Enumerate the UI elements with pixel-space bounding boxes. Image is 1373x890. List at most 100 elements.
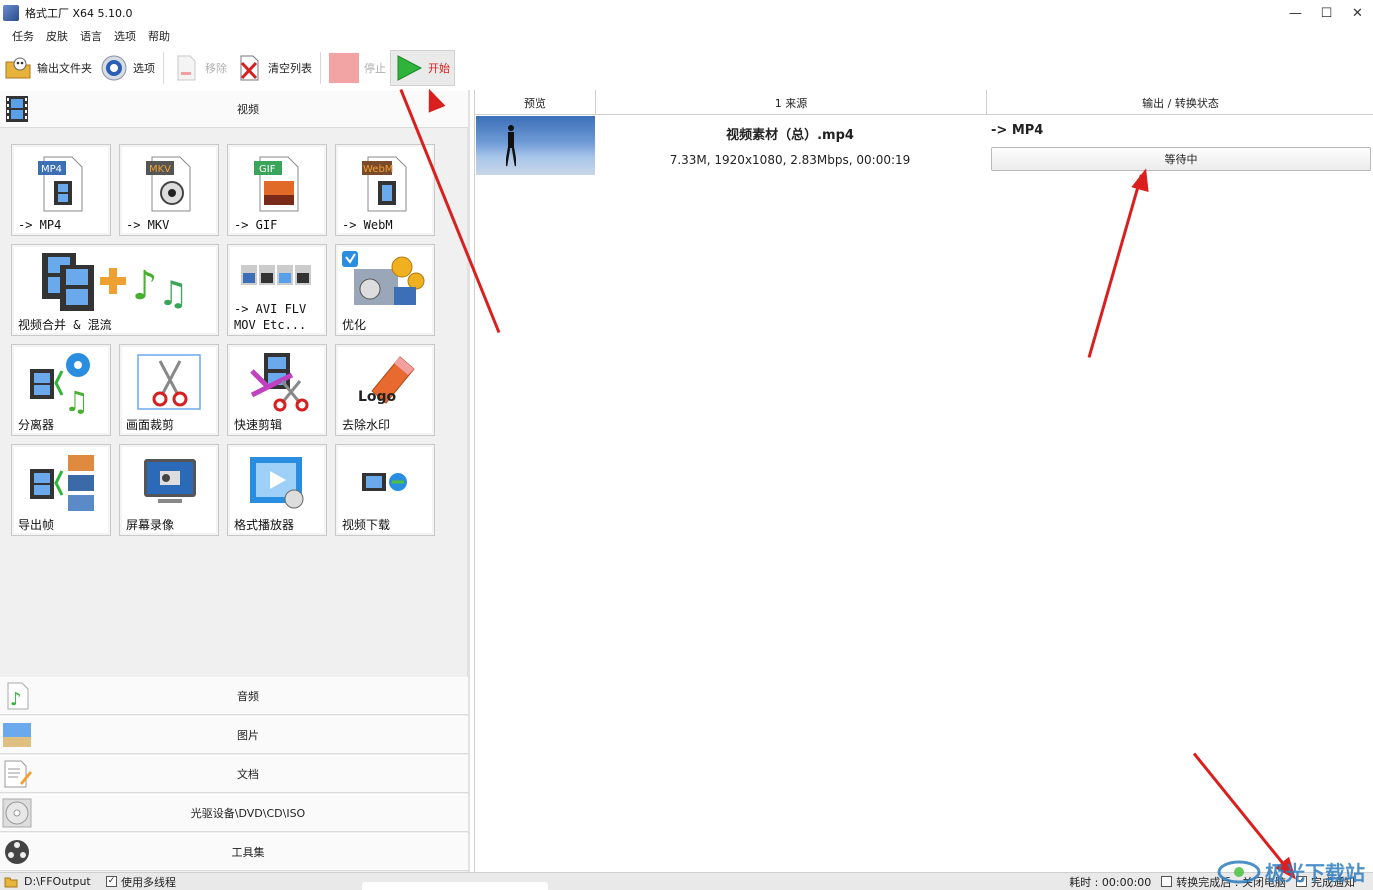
remove-button[interactable]: 移除 bbox=[168, 49, 231, 87]
output-path-item[interactable]: D:\FFOutput bbox=[4, 875, 102, 888]
tile-label: 快速剪辑 bbox=[234, 418, 283, 432]
multithread-option[interactable]: ✓ 使用多线程 bbox=[102, 874, 176, 890]
app-icon bbox=[3, 5, 19, 21]
watermark-logo-icon bbox=[1217, 860, 1261, 883]
task-file-name: 视频素材（总）.mp4 bbox=[726, 128, 854, 143]
tile-format-player[interactable]: 格式播放器 bbox=[227, 444, 327, 536]
category-document-label: 文档 bbox=[237, 768, 259, 781]
export-frames-icon bbox=[30, 455, 94, 511]
column-output-status[interactable]: 输出 / 转换状态 bbox=[987, 90, 1373, 115]
category-video[interactable]: 视频 bbox=[0, 90, 468, 128]
category-tools-label: 工具集 bbox=[231, 846, 265, 859]
tile-to-mkv[interactable]: MKV -> MKV bbox=[119, 144, 219, 236]
merge-icon: ♪ ♫ bbox=[42, 253, 188, 313]
clear-list-button[interactable]: 清空列表 bbox=[231, 49, 316, 87]
svg-text:MKV: MKV bbox=[149, 164, 171, 175]
tile-label: 视频下载 bbox=[342, 518, 391, 532]
svg-text:WebM: WebM bbox=[363, 164, 393, 175]
tile-label: -> GIF bbox=[234, 218, 278, 232]
start-button[interactable]: 开始 bbox=[390, 50, 455, 86]
svg-text:MP4: MP4 bbox=[41, 164, 62, 175]
tile-to-gif[interactable]: GIF -> GIF bbox=[227, 144, 327, 236]
play-icon bbox=[397, 55, 423, 81]
tile-label: 屏幕录像 bbox=[126, 518, 175, 532]
menu-help[interactable]: 帮助 bbox=[142, 28, 176, 44]
site-watermark: 极光下载站 bbox=[1217, 857, 1365, 886]
minimize-button[interactable]: — bbox=[1280, 0, 1311, 26]
tile-quick-cut[interactable]: 快速剪辑 bbox=[227, 344, 327, 436]
category-tools[interactable]: 工具集 bbox=[0, 833, 468, 871]
tile-video-download[interactable]: 视频下载 bbox=[335, 444, 435, 536]
menu-options[interactable]: 选项 bbox=[108, 28, 142, 44]
start-label: 开始 bbox=[428, 62, 450, 75]
menu-task[interactable]: 任务 bbox=[6, 28, 40, 44]
column-preview[interactable]: 预览 bbox=[475, 90, 596, 115]
status-tab bbox=[362, 881, 548, 890]
category-document[interactable]: 文档 bbox=[0, 755, 468, 793]
tile-splitter[interactable]: ♫ 分离器 bbox=[11, 344, 111, 436]
quick-cut-icon bbox=[250, 353, 309, 412]
tile-label: 导出帧 bbox=[18, 518, 55, 532]
tile-to-mp4[interactable]: MP4 -> MP4 bbox=[11, 144, 111, 236]
after-done-checkbox[interactable] bbox=[1161, 876, 1173, 887]
task-row[interactable]: 视频素材（总）.mp4 7.33M, 1920x1080, 2.83Mbps, … bbox=[475, 116, 1373, 176]
toolbar: 输出文件夹 选项 移除 清空列表 停止 开始 bbox=[0, 48, 472, 88]
options-button[interactable]: 选项 bbox=[96, 49, 159, 87]
tile-label: 画面裁剪 bbox=[126, 418, 175, 432]
output-folder-label: 输出文件夹 bbox=[37, 62, 92, 75]
tile-screen-record[interactable]: 屏幕录像 bbox=[119, 444, 219, 536]
tile-export-frames[interactable]: 导出帧 bbox=[11, 444, 111, 536]
person-silhouette bbox=[506, 125, 516, 167]
remove-label: 移除 bbox=[205, 62, 227, 75]
status-bar: D:\FFOutput ✓ 使用多线程 耗时 : 00:00:00 转换完成后 … bbox=[0, 872, 1373, 890]
category-audio-label: 音频 bbox=[237, 690, 259, 703]
menu-skin[interactable]: 皮肤 bbox=[40, 28, 74, 44]
task-table-header: 预览 1 来源 输出 / 转换状态 bbox=[475, 90, 1373, 115]
folder-icon bbox=[5, 57, 31, 79]
column-source[interactable]: 1 来源 bbox=[596, 90, 987, 115]
options-label: 选项 bbox=[133, 62, 155, 75]
tile-crop[interactable]: 画面裁剪 bbox=[119, 344, 219, 436]
stop-icon bbox=[329, 53, 359, 83]
menu-language[interactable]: 语言 bbox=[74, 28, 108, 44]
tile-video-merge[interactable]: ♪ ♫ 视频合并 & 混流 bbox=[11, 244, 219, 336]
tile-label: 分离器 bbox=[18, 418, 55, 432]
category-audio[interactable]: ♪ 音频 bbox=[0, 677, 468, 715]
tile-optimize[interactable]: 优化 bbox=[335, 244, 435, 336]
clear-list-icon bbox=[240, 55, 259, 81]
video-download-icon bbox=[362, 473, 407, 491]
task-status-bar: 等待中 bbox=[991, 147, 1371, 171]
gif-file-icon: GIF bbox=[254, 156, 299, 212]
tile-label: 去除水印 bbox=[342, 418, 391, 432]
watermark-text: 极光下载站 bbox=[1265, 861, 1365, 885]
output-folder-button[interactable]: 输出文件夹 bbox=[0, 49, 96, 87]
mp4-file-icon: MP4 bbox=[38, 156, 83, 212]
maximize-button[interactable]: ☐ bbox=[1311, 0, 1342, 26]
category-video-label: 视频 bbox=[237, 103, 259, 116]
task-list-panel: 预览 1 来源 输出 / 转换状态 视频素材（总）.mp4 7.33M, 192… bbox=[474, 90, 1373, 872]
svg-text:♫: ♫ bbox=[64, 385, 89, 415]
scissors-crop-icon bbox=[137, 354, 201, 410]
window-title: 格式工厂 X64 5.10.0 bbox=[25, 7, 133, 20]
task-output-format: -> MP4 bbox=[991, 123, 1044, 138]
webm-file-icon: WebM bbox=[362, 156, 407, 212]
multithread-checkbox[interactable]: ✓ bbox=[106, 876, 117, 887]
category-disc[interactable]: 光驱设备\DVD\CD\ISO bbox=[0, 794, 468, 832]
mkv-file-icon: MKV bbox=[146, 156, 191, 212]
tile-label: -> AVI FLV MOV Etc... bbox=[234, 302, 307, 332]
tile-to-avi-flv-mov[interactable]: -> AVI FLV MOV Etc... bbox=[227, 244, 327, 336]
clear-list-label: 清空列表 bbox=[268, 62, 312, 75]
svg-text:♫: ♫ bbox=[158, 274, 188, 313]
elapsed-time: 耗时 : 00:00:00 bbox=[1069, 874, 1151, 890]
tile-to-webm[interactable]: WebM -> WebM bbox=[335, 144, 435, 236]
folder-small-icon bbox=[4, 877, 18, 887]
tile-label: -> MKV bbox=[126, 218, 170, 232]
screen-record-icon bbox=[144, 459, 196, 503]
optimize-gears-icon bbox=[342, 251, 425, 305]
tile-remove-watermark[interactable]: Logo 去除水印 bbox=[335, 344, 435, 436]
multithread-label: 使用多线程 bbox=[121, 875, 176, 889]
close-button[interactable]: ✕ bbox=[1342, 0, 1373, 26]
toolbar-separator bbox=[320, 52, 321, 84]
stop-button[interactable]: 停止 bbox=[325, 49, 390, 87]
category-image[interactable]: 图片 bbox=[0, 716, 468, 754]
